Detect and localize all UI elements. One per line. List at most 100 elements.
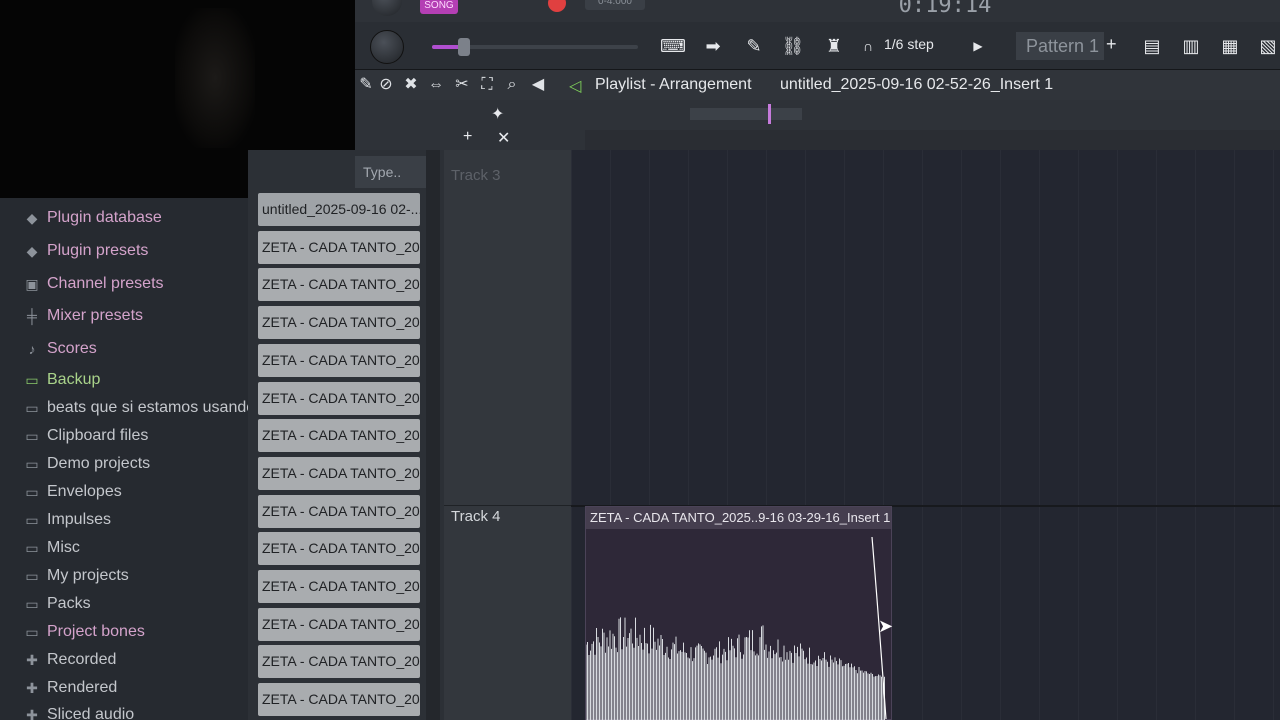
file-entry[interactable]: ZETA - CADA TANTO_2025... bbox=[258, 683, 420, 717]
browser-item-label: Scores bbox=[47, 340, 97, 357]
recorded-icon: ✚ bbox=[26, 651, 38, 668]
browser-item[interactable]: ▭ Impulses bbox=[22, 508, 111, 532]
browser-item-label: Recorded bbox=[47, 651, 117, 668]
file-entry[interactable]: ZETA - CADA TANTO_2025... bbox=[258, 570, 420, 603]
folder-icon: ▭ bbox=[25, 595, 39, 612]
play-pattern-icon[interactable]: ▶ bbox=[962, 32, 994, 60]
sliced-audio-icon: ✚ bbox=[26, 706, 38, 720]
browser-item[interactable]: ▭ Misc bbox=[22, 536, 80, 560]
folder-icon: ▭ bbox=[25, 455, 39, 472]
browser-item[interactable]: ▭ beats que si estamos usando bbox=[22, 396, 255, 420]
browser-item[interactable]: ▭ Project bones bbox=[22, 620, 144, 644]
magnet-icon[interactable]: ∩ bbox=[852, 32, 884, 60]
file-entry[interactable]: ZETA - CADA TANTO_2025... bbox=[258, 607, 420, 641]
folder-icon: ▭ bbox=[25, 567, 39, 584]
browser-item-label: Mixer presets bbox=[47, 307, 144, 324]
audio-clip-label[interactable]: ZETA - CADA TANTO_2025..9-16 03-29-16_In… bbox=[586, 507, 891, 529]
time-display: 0:19:14 bbox=[898, 0, 992, 18]
browser-item[interactable]: ╪ Mixer presets bbox=[22, 304, 143, 328]
file-list-scrollbar[interactable] bbox=[426, 150, 440, 720]
file-entry[interactable]: ZETA - CADA TANTO_2025... bbox=[258, 419, 420, 453]
channel-presets-icon: ▣ bbox=[25, 275, 39, 292]
browser-item[interactable]: ▣ Channel presets bbox=[22, 272, 164, 296]
browser-item-label: Clipboard files bbox=[47, 427, 149, 444]
mouse-cursor-icon: ➤ bbox=[878, 616, 894, 636]
browser-item[interactable]: ✚ Sliced audio bbox=[22, 703, 134, 720]
browser-item[interactable]: ✚ Rendered bbox=[22, 676, 117, 700]
playlist-play-icon[interactable]: ◁ bbox=[569, 76, 581, 96]
plugin-presets-icon: ◆ bbox=[26, 242, 38, 259]
browser-item-label: Plugin database bbox=[47, 209, 162, 226]
piano-roll-icon[interactable]: ▧ bbox=[1252, 32, 1280, 60]
slip-tool-icon[interactable]: ⇔ bbox=[425, 74, 447, 96]
metronome-icon[interactable]: ♜ bbox=[818, 32, 850, 60]
playhead-marker[interactable] bbox=[768, 104, 771, 124]
track-3-label[interactable]: Track 3 bbox=[451, 167, 500, 184]
type-filter-header[interactable]: Type.. bbox=[355, 156, 435, 188]
zoom-tool-icon[interactable]: ⌕ bbox=[501, 74, 523, 96]
master-pitch-knob[interactable] bbox=[370, 30, 404, 64]
add-track-icon[interactable]: + bbox=[463, 128, 472, 146]
arrow-right-icon[interactable]: ➡ bbox=[697, 32, 729, 60]
browser-item-label: Packs bbox=[47, 595, 91, 612]
folder-icon: ▭ bbox=[25, 427, 39, 444]
browser-item[interactable]: ◆ Plugin presets bbox=[22, 239, 149, 263]
playback-tool-icon[interactable]: ◀ bbox=[527, 74, 549, 96]
snap-step-selector[interactable]: 1/6 step bbox=[884, 36, 934, 52]
pattern-selector[interactable]: Pattern 1 bbox=[1016, 32, 1104, 60]
playlist-header: ✎ ⊘ ✖ ⇔ ✂ ⛶ ⌕ ◀ ◁ Playlist - Arrangement… bbox=[355, 70, 1280, 100]
file-entry[interactable]: ZETA - CADA TANTO_2025... bbox=[258, 230, 420, 264]
typing-keyboard-icon[interactable]: ⌨ bbox=[657, 32, 689, 60]
audio-clip[interactable]: ZETA - CADA TANTO_2025..9-16 03-29-16_In… bbox=[585, 506, 892, 720]
file-entry[interactable]: untitled_2025-09-16 02-... bbox=[258, 193, 420, 226]
song-mode-badge[interactable]: SONG bbox=[420, 0, 458, 14]
file-entry[interactable]: ZETA - CADA TANTO_2025... bbox=[258, 306, 420, 340]
folder-icon: ▭ bbox=[25, 483, 39, 500]
browser-item[interactable]: ▭ Backup bbox=[22, 368, 100, 392]
overview-scrubber[interactable] bbox=[690, 108, 802, 120]
file-list-column: Type.. untitled_2025-09-16 02-... ZETA - … bbox=[248, 150, 444, 720]
browser-item[interactable]: ◆ Plugin database bbox=[22, 206, 162, 230]
timeline-ruler[interactable] bbox=[585, 130, 1280, 150]
file-entry[interactable]: ZETA - CADA TANTO_2025... bbox=[258, 645, 420, 679]
browser-item[interactable]: ✚ Recorded bbox=[22, 648, 116, 672]
playlist-window-icon[interactable]: ▤ bbox=[1136, 32, 1168, 60]
timeline-overview[interactable] bbox=[585, 100, 1280, 130]
file-entry[interactable]: ZETA - CADA TANTO_2025... bbox=[258, 343, 420, 377]
browser-item-label: Demo projects bbox=[47, 455, 151, 472]
paint-tool-icon[interactable]: ✎ bbox=[355, 74, 377, 96]
browser-item[interactable]: ▭ My projects bbox=[22, 564, 128, 588]
mixer-window-icon[interactable]: ▥ bbox=[1175, 32, 1207, 60]
browser-item[interactable]: ▭ Demo projects bbox=[22, 452, 150, 476]
file-entry[interactable]: ZETA - CADA TANTO_2025... bbox=[258, 268, 420, 302]
delete-tool-icon[interactable]: ⊘ bbox=[375, 74, 397, 96]
add-pattern-button[interactable]: + bbox=[1106, 34, 1117, 55]
browser-item-label: Backup bbox=[47, 371, 101, 388]
mute-tool-icon[interactable]: ✖ bbox=[400, 74, 422, 96]
tempo-display[interactable]: 0-4.000 bbox=[585, 0, 645, 10]
plugin-database-icon: ◆ bbox=[26, 209, 38, 226]
pencil-icon[interactable]: ✎ bbox=[738, 32, 770, 60]
track-headers: Track 3 Track 4 bbox=[444, 150, 571, 720]
folder-icon: ▭ bbox=[25, 623, 39, 640]
file-entry[interactable]: ZETA - CADA TANTO_2025... bbox=[258, 494, 420, 528]
select-tool-icon[interactable]: ⛶ bbox=[476, 74, 498, 96]
file-entry[interactable]: ZETA - CADA TANTO_2025... bbox=[258, 456, 420, 490]
browser-item[interactable]: ▭ Packs bbox=[22, 592, 91, 616]
browser-item[interactable]: ▭ Envelopes bbox=[22, 480, 121, 504]
browser-item-label: Plugin presets bbox=[47, 242, 149, 259]
waveform-tool-icon[interactable]: ✦ bbox=[491, 104, 504, 124]
link-icon[interactable]: ⛓ bbox=[777, 32, 809, 60]
browser-item-label: Channel presets bbox=[47, 275, 164, 292]
slice-tool-icon[interactable]: ✂ bbox=[451, 74, 473, 96]
playlist-subtools: ✦ + ✕ bbox=[355, 100, 585, 150]
file-entry[interactable]: ZETA - CADA TANTO_2025... bbox=[258, 532, 420, 566]
track-divider bbox=[444, 505, 571, 506]
slider-thumb[interactable] bbox=[458, 38, 470, 56]
browser-item[interactable]: ▭ Clipboard files bbox=[22, 424, 148, 448]
file-entry[interactable]: ZETA - CADA TANTO_2025... bbox=[258, 381, 420, 415]
browser-item[interactable]: ♪ Scores bbox=[22, 337, 97, 361]
remove-track-icon[interactable]: ✕ bbox=[497, 128, 510, 148]
channel-rack-icon[interactable]: ▦ bbox=[1214, 32, 1246, 60]
track-4-label[interactable]: Track 4 bbox=[451, 508, 500, 525]
